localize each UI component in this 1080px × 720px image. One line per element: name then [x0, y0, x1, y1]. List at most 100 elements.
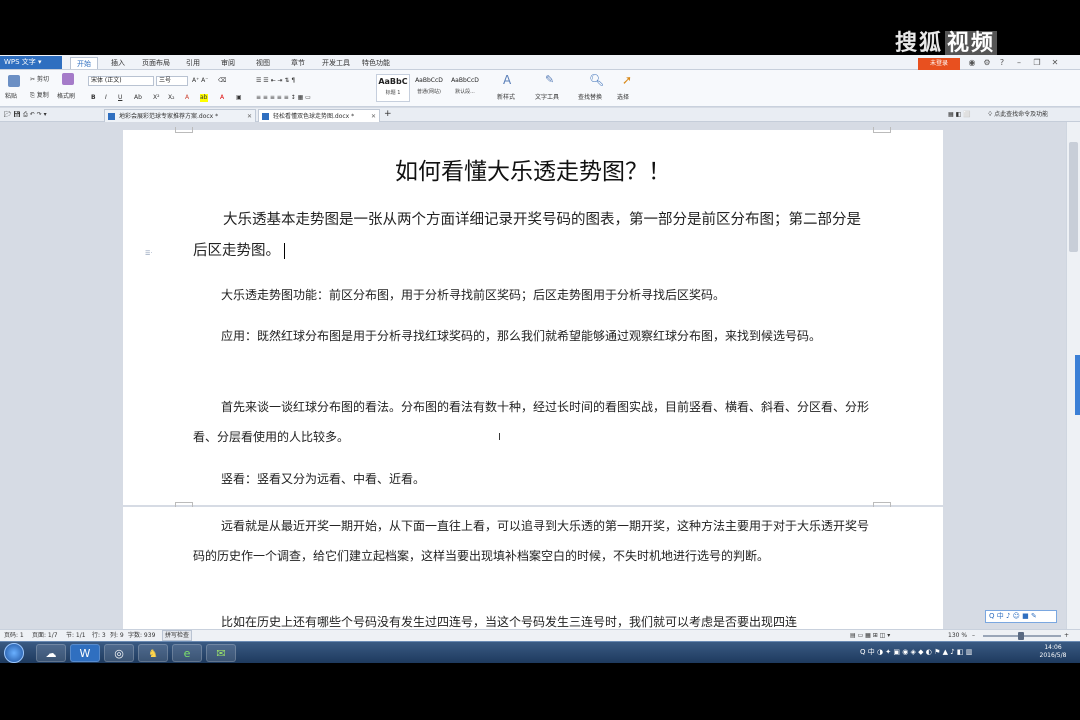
- restore-icon[interactable]: ❐: [1030, 56, 1044, 69]
- taskbar-wechat-icon[interactable]: ✉: [206, 644, 236, 662]
- text-tools-icon[interactable]: ✎: [545, 74, 557, 86]
- char-border-icon[interactable]: ▣: [236, 94, 242, 102]
- i-beam-cursor-icon: Ⅰ: [498, 432, 501, 443]
- taskbar-wps-writer-icon[interactable]: W: [70, 644, 100, 662]
- tab-view[interactable]: 视图: [256, 57, 270, 69]
- superscript-icon[interactable]: X²: [153, 94, 160, 102]
- tab-insert[interactable]: 插入: [111, 57, 125, 69]
- tab-references[interactable]: 引用: [186, 57, 200, 69]
- paragraph-mark-icon[interactable]: ☰·: [145, 250, 152, 258]
- help-icon[interactable]: ?: [995, 56, 1009, 69]
- menu-bar: WPS 文字 ▾ 开始 插入 页面布局 引用 审阅 视图 章节 开发工具 特色功…: [0, 55, 1080, 70]
- status-col: 列: 9: [110, 632, 124, 639]
- system-tray-icons[interactable]: Q 中 ◑ ✦ ▣ ◉ ◈ ◆ ◐ ⚑ ▲ ♪ ◧ ▥: [860, 648, 972, 656]
- clear-format-icon[interactable]: ⌫: [218, 77, 226, 85]
- command-search[interactable]: 💡︎ 点此查找命令及功能: [988, 111, 1048, 119]
- cut-button[interactable]: ✂ 剪切: [30, 76, 49, 84]
- status-section[interactable]: 节: 1/1: [66, 630, 86, 641]
- ime-floating-toolbar[interactable]: Q 中 ♪ ☺ ■ ✎: [985, 610, 1057, 623]
- quick-access-icons[interactable]: 📂︎ 💾︎ ⎙ ↶ ↷ ▾: [4, 111, 47, 119]
- status-page-number[interactable]: 页码: 1: [4, 630, 24, 641]
- zoom-out-icon[interactable]: –: [972, 630, 975, 641]
- page-2[interactable]: 远看就是从最近开奖一期开始，从下面一直往上看，可以追寻到大乐透的第一期开奖，这种…: [123, 507, 943, 647]
- start-button-icon[interactable]: [4, 643, 24, 663]
- paragraph-4[interactable]: 首先来谈一谈红球分布图的看法。分布图的看法有数十种，经过长时间的看图实战，目前竖…: [193, 392, 873, 452]
- paragraph-5[interactable]: 竖看：竖看又分为远看、中看、近看。: [193, 464, 873, 494]
- tab-home[interactable]: 开始: [70, 57, 98, 69]
- taskbar-app-icon[interactable]: ♞: [138, 644, 168, 662]
- side-panel-tab[interactable]: [1075, 355, 1080, 415]
- zoom-slider-thumb[interactable]: [1018, 632, 1024, 640]
- status-row: 行: 3: [92, 632, 106, 639]
- status-word-count[interactable]: 字数: 939: [128, 630, 155, 641]
- status-pages[interactable]: 页面: 1/7: [32, 630, 58, 641]
- close-icon[interactable]: ✕: [1048, 56, 1062, 69]
- document-canvas[interactable]: 如何看懂大乐透走势图？！ 大乐透基本走势图是一张从两个方面详细记录开奖号码的图表…: [0, 122, 1066, 647]
- taskbar-chrome-icon[interactable]: ◎: [104, 644, 134, 662]
- wps-app-menu-button[interactable]: WPS 文字 ▾: [0, 56, 62, 69]
- text-effect-icon[interactable]: A: [185, 94, 189, 102]
- font-color-icon[interactable]: A: [220, 94, 224, 102]
- tab-bar-right-icons[interactable]: ▦ ◧ ⬜: [948, 111, 971, 119]
- select-label[interactable]: 选择: [617, 94, 629, 102]
- paragraph-1[interactable]: 大乐透基本走势图是一张从两个方面详细记录开奖号码的图表，第一部分是前区分布图；第…: [193, 205, 873, 267]
- paste-icon[interactable]: [8, 75, 20, 87]
- text-tools-label[interactable]: 文字工具: [535, 94, 559, 102]
- scrollbar-thumb[interactable]: [1069, 142, 1078, 252]
- taskbar-cloud-app-icon[interactable]: ☁: [36, 644, 66, 662]
- font-size-select[interactable]: 三号: [156, 76, 188, 86]
- tab-review[interactable]: 审阅: [221, 57, 235, 69]
- align-icons[interactable]: ≡ ≡ ≡ ≡ ≡ ↕ ▦ ▭: [256, 94, 311, 102]
- tab-developer[interactable]: 开发工具: [322, 57, 350, 69]
- paragraph-6[interactable]: 远看就是从最近开奖一期开始，从下面一直往上看，可以追寻到大乐透的第一期开奖，这种…: [193, 511, 873, 571]
- style-default-para[interactable]: AaBbCcD 默认段...: [448, 74, 482, 102]
- page-1[interactable]: 如何看懂大乐透走势图？！ 大乐透基本走势图是一张从两个方面详细记录开奖号码的图表…: [123, 127, 943, 508]
- tab-page-layout[interactable]: 页面布局: [142, 57, 170, 69]
- doc-tab-1[interactable]: 地彩会展彩范球专家推荐方案.docx * ✕: [104, 109, 256, 122]
- tab-special[interactable]: 特色功能: [362, 57, 390, 69]
- spell-check-button[interactable]: 拼写检查: [162, 630, 193, 641]
- status-bar: 页码: 1 页面: 1/7 节: 1/1 行: 3 列: 9 字数: 939 拼…: [0, 629, 1080, 641]
- minimize-icon[interactable]: –: [1012, 56, 1026, 69]
- zoom-level[interactable]: 130 %: [948, 630, 967, 641]
- windows-taskbar: ☁ W ◎ ♞ e ✉ Q 中 ◑ ✦ ▣ ◉ ◈ ◆ ◐ ⚑ ▲ ♪ ◧ ▥ …: [0, 641, 1080, 663]
- view-mode-icons[interactable]: ▤ ▭ ▦ ⊞ ◫ ▾: [850, 630, 890, 641]
- italic-icon[interactable]: I: [105, 94, 107, 102]
- format-painter-icon[interactable]: [62, 73, 74, 85]
- settings-icon[interactable]: ⚙: [980, 56, 994, 69]
- document-tab-bar: 📂︎ 💾︎ ⎙ ↶ ↷ ▾ 地彩会展彩范球专家推荐方案.docx * ✕ 轻松看懂…: [0, 108, 1080, 122]
- copy-button[interactable]: ⎘ 复制: [30, 92, 49, 100]
- subscript-icon[interactable]: X₂: [168, 94, 175, 102]
- login-button[interactable]: 未登录: [918, 58, 960, 70]
- select-cursor-icon[interactable]: ➚: [622, 74, 634, 86]
- doc-tab-2[interactable]: 轻松看懂双色球走势图.docx * ✕: [258, 109, 380, 122]
- font-grow-icon[interactable]: A⁺ A⁻: [192, 77, 208, 85]
- font-name-select[interactable]: 宋体 (正文): [88, 76, 154, 86]
- bullet-list-icon[interactable]: ☰ ☰ ⇤ ⇥ ⇅ ¶: [256, 77, 295, 85]
- format-painter-label[interactable]: 格式刷: [57, 93, 75, 101]
- style-heading-1[interactable]: AaBbC 标题 1: [376, 74, 410, 102]
- page-corner-mark: [175, 127, 193, 133]
- bold-icon[interactable]: B: [91, 94, 96, 102]
- taskbar-clock[interactable]: 14:06 2016/5/8: [1033, 644, 1073, 660]
- wps-writer-window: WPS 文字 ▾ 开始 插入 页面布局 引用 审阅 视图 章节 开发工具 特色功…: [0, 55, 1080, 663]
- new-style-label[interactable]: 新样式: [497, 94, 515, 102]
- tab-chapter[interactable]: 章节: [291, 57, 305, 69]
- paragraph-3[interactable]: 应用：既然红球分布图是用于分析寻找红球奖码的，那么我们就希望能够通过观察红球分布…: [193, 321, 873, 351]
- skin-icon[interactable]: ◉: [965, 56, 979, 69]
- new-tab-icon[interactable]: +: [384, 110, 392, 119]
- find-replace-icon[interactable]: 🔍︎: [589, 74, 604, 86]
- new-style-icon[interactable]: A: [503, 74, 515, 86]
- find-replace-label[interactable]: 查找替换: [578, 94, 602, 102]
- paste-label[interactable]: 粘贴: [5, 93, 17, 101]
- paragraph-2[interactable]: 大乐透走势图功能：前区分布图，用于分析寻找前区奖码；后区走势图用于分析寻找后区奖…: [193, 280, 873, 310]
- strikethrough-icon[interactable]: Ab: [134, 94, 142, 102]
- document-title[interactable]: 如何看懂大乐透走势图？！: [123, 152, 943, 186]
- style-normal-web[interactable]: AaBbCcD 普通(网站): [412, 74, 446, 102]
- taskbar-browser-icon[interactable]: e: [172, 644, 202, 662]
- wps-doc-icon: [108, 113, 115, 120]
- text-cursor: [284, 243, 285, 259]
- zoom-in-icon[interactable]: +: [1064, 630, 1069, 641]
- underline-icon[interactable]: U: [118, 94, 122, 102]
- highlight-icon[interactable]: ab: [200, 94, 208, 102]
